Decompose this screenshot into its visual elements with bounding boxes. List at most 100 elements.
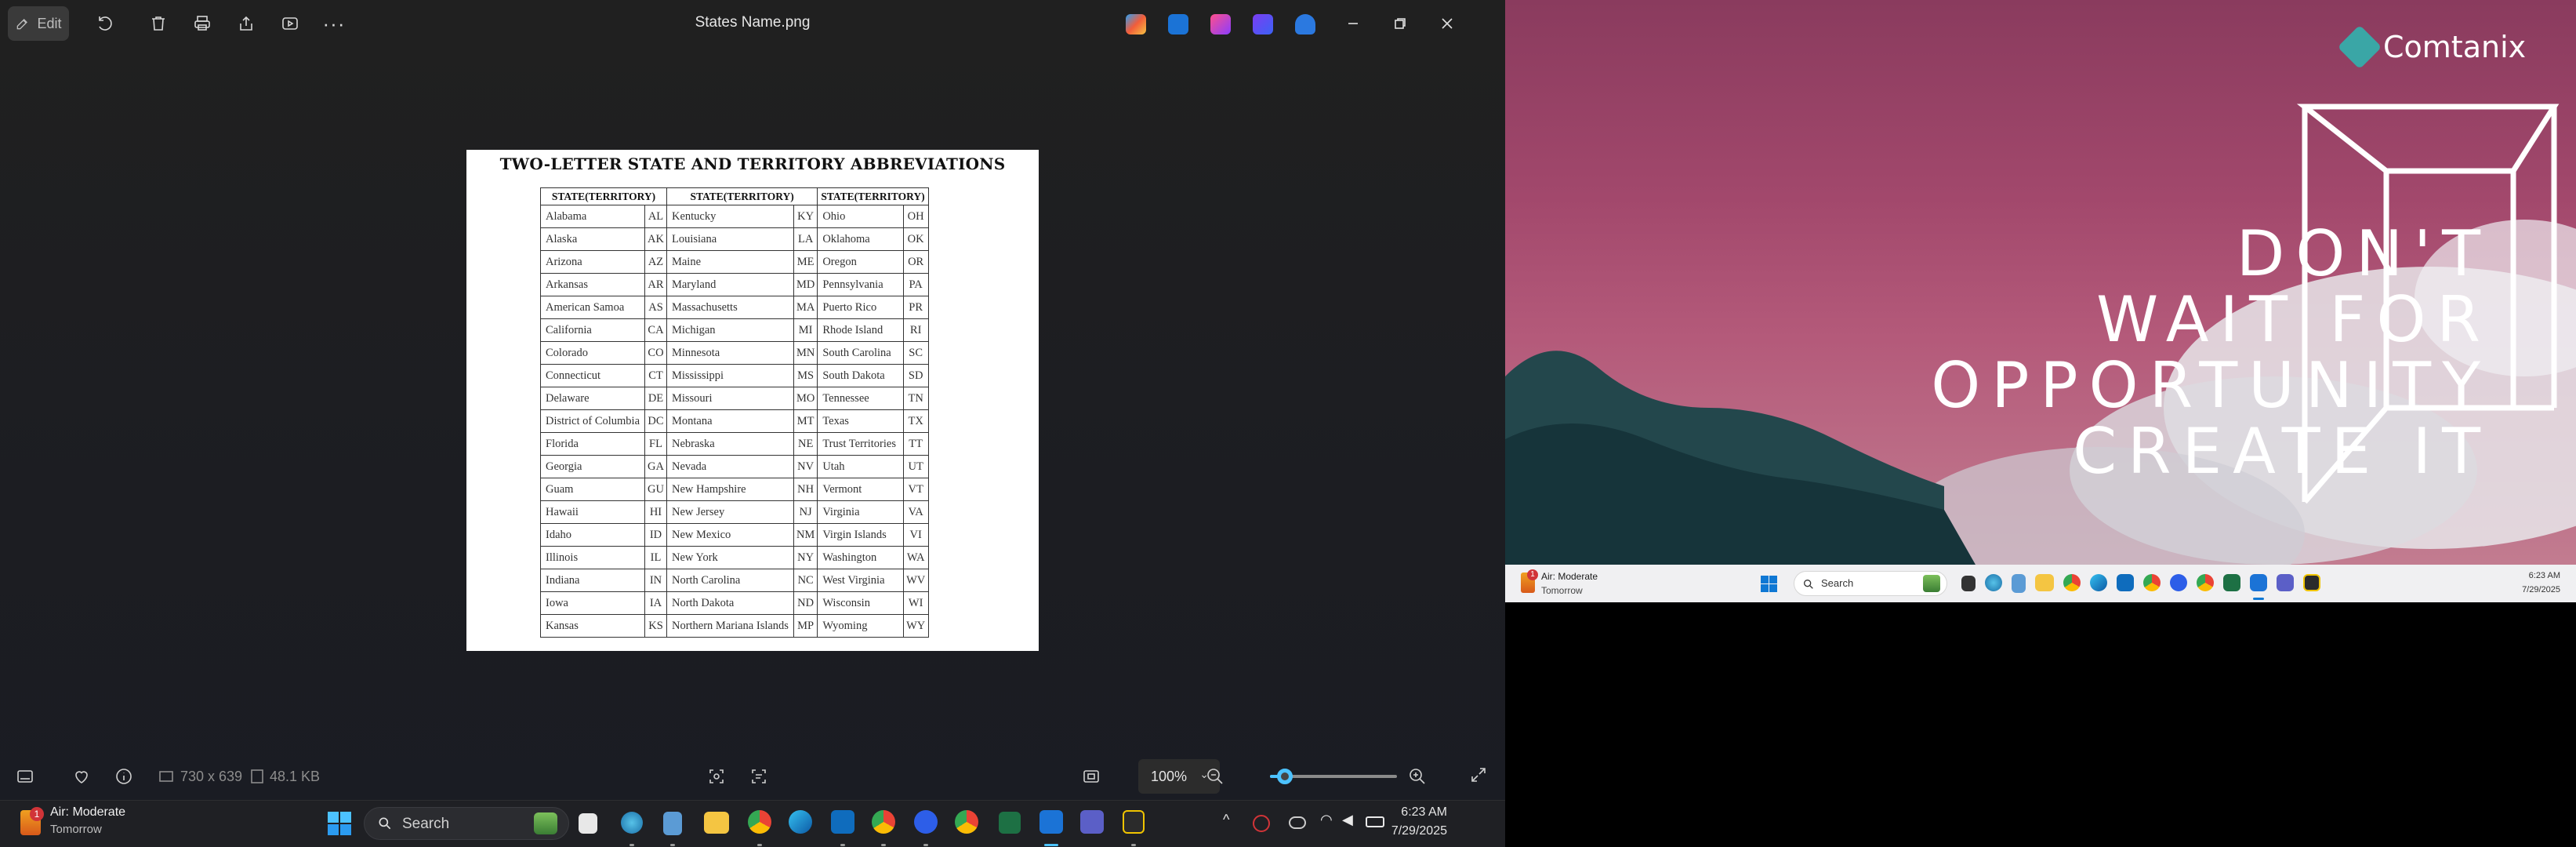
more-options-button[interactable]: ··· bbox=[317, 6, 351, 41]
state-name-cell: New Mexico bbox=[666, 523, 794, 547]
chrome-icon[interactable] bbox=[2063, 574, 2081, 591]
zoom-in-button[interactable] bbox=[1408, 767, 1427, 786]
running-indicator bbox=[757, 844, 762, 846]
calculator-icon[interactable] bbox=[663, 812, 682, 835]
start-button[interactable] bbox=[328, 812, 351, 835]
abbreviation-cell: MN bbox=[793, 341, 818, 365]
designer-icon[interactable] bbox=[1168, 14, 1188, 35]
photos-taskbar-icon[interactable] bbox=[1039, 810, 1063, 834]
clipchamp-icon[interactable] bbox=[1210, 14, 1231, 35]
delete-button[interactable] bbox=[141, 6, 176, 41]
crop-button[interactable] bbox=[707, 767, 726, 786]
photos-icon[interactable] bbox=[1253, 14, 1273, 35]
search-icon bbox=[379, 817, 391, 830]
weather-title[interactable]: Air: Moderate bbox=[50, 805, 125, 820]
state-name-cell: Florida bbox=[539, 432, 646, 456]
slideshow-button[interactable] bbox=[273, 6, 307, 41]
cloud-icon[interactable] bbox=[1289, 816, 1306, 829]
file-info-button[interactable] bbox=[114, 767, 133, 786]
abbreviation-cell: AZ bbox=[644, 250, 667, 274]
zoom-in-icon bbox=[1410, 769, 1425, 784]
volume-icon[interactable]: ◀ bbox=[1342, 812, 1353, 828]
task-view-icon[interactable] bbox=[579, 813, 597, 834]
edge-icon[interactable] bbox=[2090, 574, 2107, 591]
clock-date[interactable]: 7/29/2025 bbox=[2485, 585, 2560, 594]
chrome-alt-icon[interactable] bbox=[2197, 574, 2214, 591]
state-name-cell: Alabama bbox=[539, 205, 646, 228]
zoom-out-button[interactable] bbox=[1206, 767, 1225, 786]
file-explorer-icon[interactable] bbox=[704, 812, 729, 834]
zoom-app-icon[interactable] bbox=[914, 810, 938, 834]
trash-icon bbox=[152, 16, 165, 31]
sticky-notes-icon[interactable] bbox=[2303, 574, 2320, 591]
onedrive-icon[interactable] bbox=[1295, 14, 1315, 35]
state-name-cell: Arkansas bbox=[539, 273, 646, 296]
abbreviation-cell: OK bbox=[902, 227, 929, 251]
teams-icon[interactable] bbox=[1080, 810, 1104, 834]
state-name-cell: Wyoming bbox=[817, 614, 904, 638]
share-button[interactable] bbox=[229, 6, 263, 41]
excel-icon[interactable] bbox=[999, 812, 1021, 834]
state-name-cell: Nebraska bbox=[666, 432, 794, 456]
state-name-cell: Georgia bbox=[539, 455, 646, 478]
copilot-icon[interactable] bbox=[1126, 14, 1146, 35]
favorite-button[interactable] bbox=[72, 767, 91, 786]
brand-name: Comtanix bbox=[2383, 30, 2527, 64]
full-screen-button[interactable] bbox=[1469, 765, 1488, 784]
filmstrip-button[interactable] bbox=[16, 767, 34, 786]
edit-button[interactable]: Edit bbox=[8, 6, 69, 41]
clock-date[interactable]: 7/29/2025 bbox=[1384, 824, 1447, 838]
close-button[interactable] bbox=[1431, 11, 1463, 36]
motto-line: WAIT FOR bbox=[2096, 283, 2491, 356]
weather-subtitle: Tomorrow bbox=[1541, 585, 1583, 596]
state-name-cell: Montana bbox=[666, 409, 794, 433]
wifi-icon[interactable]: ◠ bbox=[1320, 812, 1333, 828]
minimize-button[interactable] bbox=[1337, 11, 1369, 36]
tray-chevron-icon[interactable]: ^ bbox=[1223, 812, 1229, 828]
info-icon bbox=[116, 769, 132, 784]
taskbar-search-box[interactable]: Search bbox=[1794, 571, 1947, 596]
running-indicator bbox=[923, 844, 928, 846]
clock-time[interactable]: 6:23 AM bbox=[2485, 571, 2560, 580]
chrome-alt-icon[interactable] bbox=[955, 810, 978, 834]
weather-badge: 1 bbox=[1527, 569, 1538, 580]
running-indicator bbox=[881, 844, 886, 846]
abbreviation-cell: MO bbox=[793, 387, 818, 410]
zoom-app-icon[interactable] bbox=[2170, 574, 2187, 591]
security-icon[interactable] bbox=[1253, 815, 1270, 832]
file-explorer-icon[interactable] bbox=[2035, 574, 2054, 591]
clock-time[interactable]: 6:23 AM bbox=[1384, 805, 1447, 820]
scan-text-icon bbox=[752, 769, 766, 783]
photos-taskbar-icon[interactable] bbox=[2250, 574, 2267, 591]
battery-icon[interactable] bbox=[1366, 816, 1384, 827]
zoom-slider[interactable] bbox=[1270, 769, 1397, 784]
table-row: Georgia GA Nevada NV Utah UT bbox=[539, 455, 929, 478]
unused-screen-area bbox=[1505, 602, 2576, 847]
teams-icon[interactable] bbox=[2277, 574, 2294, 591]
abbreviation-cell: IN bbox=[644, 569, 667, 592]
text-scan-button[interactable] bbox=[749, 767, 768, 786]
globe-app-icon[interactable] bbox=[621, 812, 643, 834]
globe-app-icon[interactable] bbox=[1985, 574, 2002, 591]
abbreviation-cell: MA bbox=[793, 296, 818, 319]
chrome-profile-icon[interactable] bbox=[872, 810, 895, 834]
chrome-icon[interactable] bbox=[748, 810, 771, 834]
maximize-button[interactable] bbox=[1384, 11, 1416, 36]
state-name-cell: Wisconsin bbox=[817, 591, 904, 615]
taskbar-search-box[interactable]: Search bbox=[364, 807, 569, 840]
task-view-icon[interactable] bbox=[1961, 576, 1976, 591]
print-button[interactable] bbox=[185, 6, 220, 41]
weather-title[interactable]: Air: Moderate bbox=[1541, 571, 1598, 582]
outlook-icon[interactable] bbox=[831, 810, 854, 834]
chrome-profile-icon[interactable] bbox=[2143, 574, 2161, 591]
edge-icon[interactable] bbox=[789, 810, 812, 834]
sticky-notes-icon[interactable] bbox=[1123, 810, 1145, 834]
abbreviation-cell: ID bbox=[644, 523, 667, 547]
outlook-icon[interactable] bbox=[2117, 574, 2134, 591]
excel-icon[interactable] bbox=[2223, 574, 2240, 591]
rotate-button[interactable] bbox=[88, 6, 122, 41]
abbreviation-cell: CT bbox=[644, 364, 667, 387]
calculator-icon[interactable] bbox=[2012, 574, 2026, 593]
start-button[interactable] bbox=[1761, 576, 1777, 592]
fit-to-window-button[interactable] bbox=[1082, 767, 1101, 786]
